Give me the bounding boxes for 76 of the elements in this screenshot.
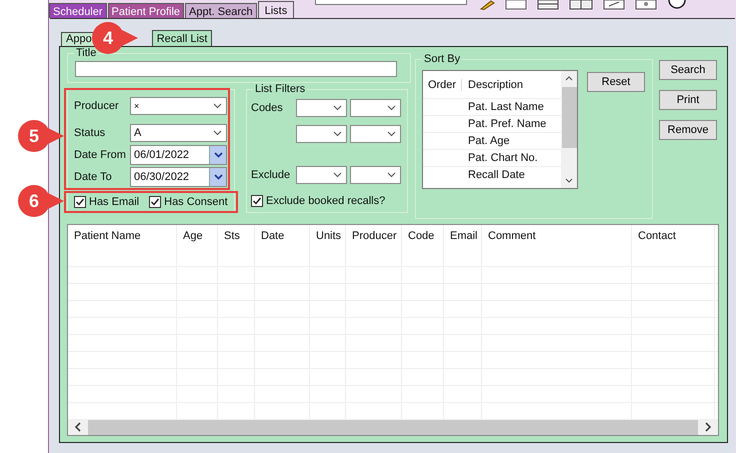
document-icon[interactable] bbox=[635, 0, 658, 10]
scrollbar[interactable] bbox=[68, 419, 718, 435]
column-header: Patient Name bbox=[68, 225, 177, 266]
search-field[interactable] bbox=[315, 0, 468, 5]
chevron-down-icon bbox=[333, 105, 342, 111]
chevron-down-icon bbox=[213, 103, 222, 109]
list-item[interactable]: Pat. Chart No. bbox=[462, 152, 538, 164]
chevron-down-icon bbox=[213, 130, 222, 136]
column-header: Date bbox=[255, 225, 310, 266]
field-label: Exclude bbox=[251, 169, 290, 181]
chevron-down-icon bbox=[387, 172, 396, 178]
list-item[interactable]: Pat. Age bbox=[462, 135, 510, 147]
sub-tab[interactable]: Recall List bbox=[152, 30, 212, 46]
list-item[interactable]: Recall Date bbox=[462, 169, 525, 181]
group-title: List Filters bbox=[253, 83, 308, 95]
date-picker[interactable]: 06/30/2022 bbox=[130, 167, 227, 187]
field-label: Date To bbox=[74, 171, 113, 183]
action-button[interactable]: Search bbox=[659, 60, 717, 80]
chevron-down-icon bbox=[333, 172, 342, 178]
dropdown[interactable] bbox=[350, 99, 401, 117]
dropdown[interactable] bbox=[296, 166, 347, 184]
dropdown[interactable]: A bbox=[130, 124, 227, 142]
column-header: Age bbox=[177, 225, 218, 266]
list-item[interactable]: Pat. Pref. Name bbox=[462, 118, 546, 130]
top-tab[interactable]: Patient Profile bbox=[108, 3, 184, 18]
column-header: Contact bbox=[632, 225, 715, 266]
chevron-up-icon[interactable] bbox=[565, 75, 573, 81]
column-header: Order bbox=[423, 78, 462, 90]
chevron-left-icon[interactable] bbox=[74, 422, 82, 432]
checkbox-label: Exclude booked recalls? bbox=[266, 195, 386, 207]
field-label: Producer bbox=[74, 100, 120, 112]
title-field[interactable] bbox=[75, 61, 397, 77]
step-callout: 5 bbox=[18, 120, 66, 152]
chevron-down-icon bbox=[387, 105, 396, 111]
dropdown[interactable] bbox=[350, 166, 401, 184]
field-label: Date From bbox=[74, 149, 127, 161]
column-header: Description bbox=[467, 78, 524, 90]
window-icon[interactable] bbox=[569, 0, 594, 10]
dropdown[interactable] bbox=[296, 125, 347, 143]
checkbox-label: Has Consent bbox=[164, 196, 228, 208]
dropdown[interactable]: × bbox=[130, 97, 227, 115]
column-header: Email bbox=[444, 225, 482, 266]
scrollbar[interactable] bbox=[561, 71, 577, 188]
field-label: Status bbox=[74, 127, 106, 139]
chevron-right-icon[interactable] bbox=[704, 422, 712, 432]
column-header: Units bbox=[310, 225, 346, 266]
chevron-down-icon bbox=[387, 131, 396, 137]
document-icon[interactable] bbox=[603, 0, 626, 10]
column-header: Producer bbox=[346, 225, 402, 266]
checkbox[interactable] bbox=[149, 196, 162, 208]
action-button[interactable]: Remove bbox=[659, 120, 717, 140]
dropdown[interactable] bbox=[350, 125, 401, 143]
chevron-down-icon bbox=[333, 131, 342, 137]
group-title: Sort By bbox=[422, 53, 462, 65]
checkbox[interactable] bbox=[74, 196, 86, 208]
top-tab[interactable]: Lists bbox=[258, 1, 294, 18]
checkbox-label: Has Email bbox=[89, 196, 140, 208]
field-label: Codes bbox=[251, 102, 283, 114]
dropdown[interactable] bbox=[296, 99, 347, 117]
column-header: Code bbox=[402, 225, 444, 266]
column-header: Comment bbox=[482, 225, 632, 266]
step-callout: 6 bbox=[18, 185, 66, 217]
chevron-down-icon bbox=[214, 152, 222, 158]
checkbox[interactable] bbox=[251, 195, 263, 207]
column-header: Sts bbox=[218, 225, 255, 266]
action-button[interactable]: Print bbox=[659, 90, 717, 110]
list-item[interactable]: Pat. Last Name bbox=[462, 101, 544, 113]
top-tab[interactable]: Scheduler bbox=[49, 3, 107, 18]
top-tab[interactable]: Appt. Search bbox=[185, 3, 257, 18]
date-picker[interactable]: 06/01/2022 bbox=[130, 145, 227, 165]
window-icon[interactable] bbox=[537, 0, 560, 10]
pencil-icon[interactable] bbox=[479, 0, 496, 10]
reset-button[interactable]: Reset bbox=[587, 72, 645, 92]
document-icon[interactable] bbox=[505, 0, 528, 10]
chevron-down-icon[interactable] bbox=[565, 178, 573, 184]
chevron-down-icon bbox=[214, 174, 222, 180]
